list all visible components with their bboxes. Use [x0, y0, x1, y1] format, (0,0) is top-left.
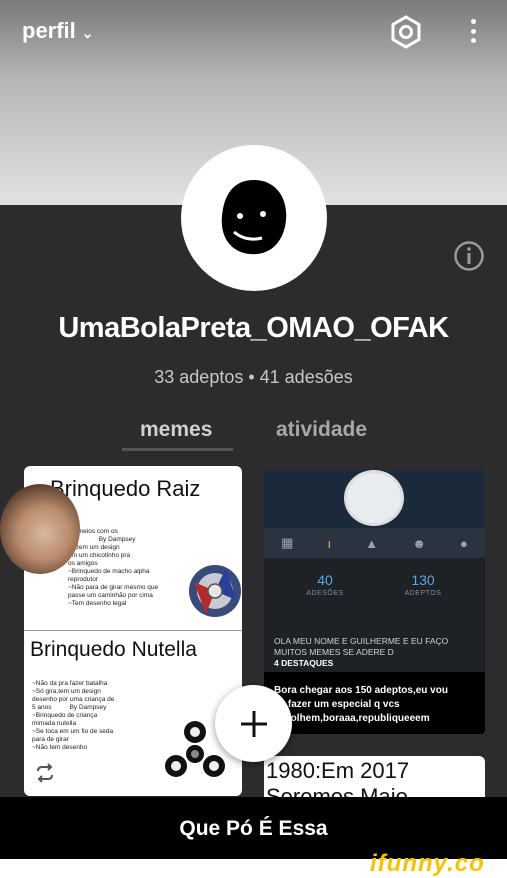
adeptos-stat: 130 ADEPTOS: [398, 572, 448, 597]
meme-title-bottom: Brinquedo Nutella: [30, 638, 197, 661]
tab-atividade[interactable]: atividade: [276, 418, 367, 442]
profile-title-dropdown[interactable]: perfil ⌄: [22, 18, 94, 44]
adesoes-label: ADESÕES: [306, 590, 344, 597]
chat-icon: ●: [460, 535, 468, 551]
add-meme-button[interactable]: [215, 685, 292, 762]
profile-tabs: memes atividade: [0, 418, 507, 454]
meme-card-profile-screenshot[interactable]: ▦ ı ▲ ☻ ● 40 ADESÕES 130 ADEPTOS OLA MEU…: [264, 470, 485, 734]
user-face-sticker: [0, 484, 80, 574]
smiley-icon: ☻: [412, 535, 426, 551]
meme-title-top: Brinquedo Raiz: [50, 476, 201, 501]
meme-text-bottom: ~Não da pra fazer batalha ~Só gira,tem u…: [32, 680, 115, 751]
adeptos-value: 130: [411, 572, 435, 588]
screenshot-avatar: [344, 470, 404, 526]
adeptos-label: ADEPTOS: [404, 590, 442, 597]
top-bar: perfil ⌄: [0, 0, 507, 60]
hexagon-settings-icon[interactable]: [388, 14, 424, 50]
meme-line-1: 1980:Em 2017: [266, 758, 410, 783]
black-ball-face-icon: [221, 180, 287, 255]
bell-icon: ▲: [365, 535, 379, 551]
grid-icon: ▦: [281, 535, 294, 550]
avatar[interactable]: [181, 145, 327, 291]
caption-text: Que Pó É Essa: [179, 817, 328, 840]
highlights-label: 4 DESTAQUES: [274, 658, 334, 668]
info-icon[interactable]: [453, 240, 485, 272]
ifunny-watermark: ifunny.co: [370, 850, 485, 877]
adesoes-value: 40: [317, 572, 333, 588]
adesoes-stat: 40 ADESÕES: [300, 572, 350, 597]
divider: [24, 630, 242, 631]
beyblade-image: [189, 565, 241, 617]
profile-title: perfil: [22, 18, 76, 43]
repost-icon[interactable]: [34, 762, 56, 784]
username: UmaBolaPreta_OMAO_OFAK: [58, 312, 449, 344]
tab-memes[interactable]: memes: [140, 418, 212, 442]
meme-text-top: r torneios com os By Dampsey ha,tem um d…: [68, 528, 159, 607]
bio-text: OLA MEU NOME E GUILHERME E EU FAÇO MUITO…: [274, 636, 449, 657]
overlay-caption: Bora chegar aos 150 adeptos,eu vou fazer…: [274, 685, 448, 724]
info-i-icon: ı: [327, 535, 332, 551]
active-tab-indicator: [122, 448, 233, 451]
more-vertical-icon[interactable]: [466, 16, 480, 46]
screenshot-bio: OLA MEU NOME E GUILHERME E EU FAÇO MUITO…: [274, 636, 448, 669]
chevron-down-icon: ⌄: [81, 24, 94, 41]
screenshot-icon-bar: ▦ ı ▲ ☻ ●: [264, 528, 485, 558]
follower-stats[interactable]: 33 adeptos • 41 adesões: [0, 367, 507, 388]
plus-icon: [240, 710, 267, 737]
